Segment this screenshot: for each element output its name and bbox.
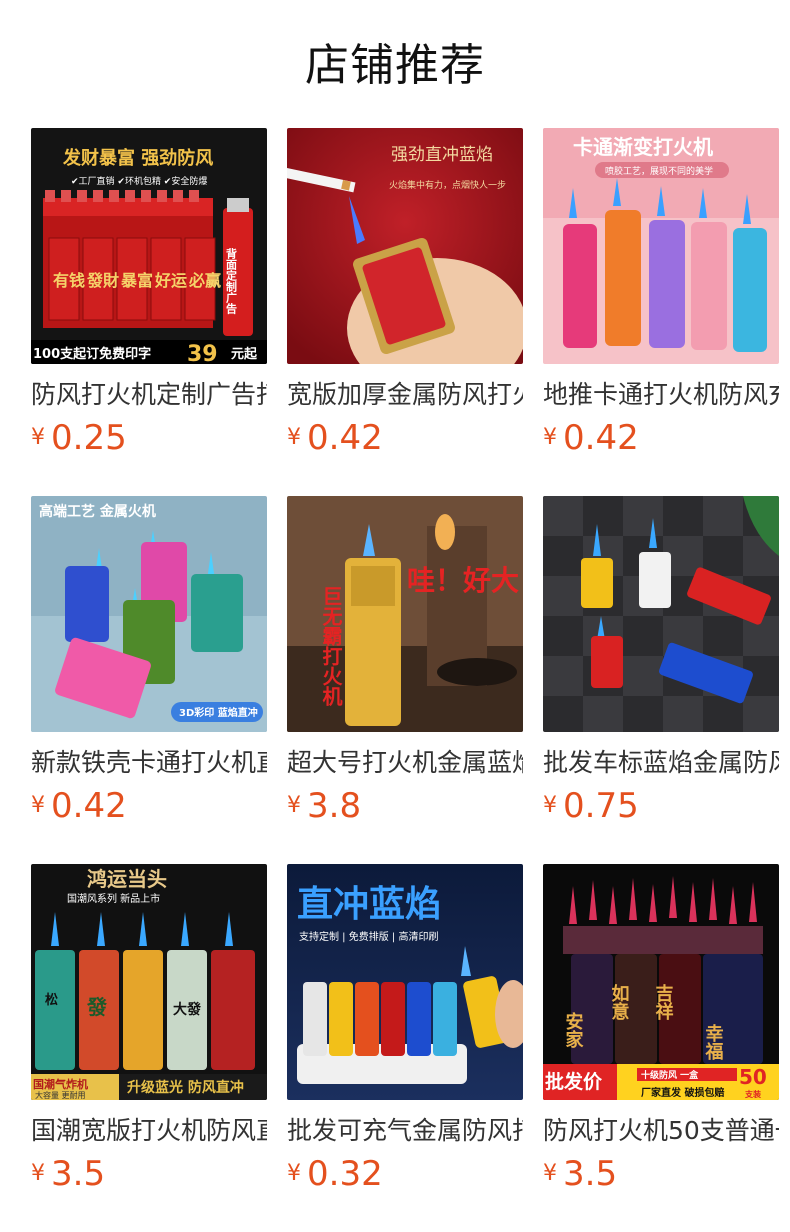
product-card[interactable]: 卡通渐变打火机 喷胶工艺，展现不同的美学 地推卡通打火机防风充气 ¥0.42 <box>543 128 779 468</box>
product-image[interactable] <box>543 496 779 732</box>
product-card[interactable]: 强劲直冲蓝焰 火焰集中有力，点烟快人一步 宽版加厚金属防风打火机 ¥0.42 <box>287 128 523 468</box>
currency-symbol: ¥ <box>287 1161 301 1186</box>
currency-symbol: ¥ <box>543 1161 557 1186</box>
product-card[interactable]: 批发车标蓝焰金属防风打火机 ¥0.75 <box>543 496 779 836</box>
image-banner-unit: 元起 <box>231 346 258 362</box>
image-char: 大發 <box>173 1001 202 1018</box>
product-name[interactable]: 国潮宽版打火机防风直冲 <box>31 1114 267 1150</box>
product-price-row: ¥3.5 <box>31 1154 267 1194</box>
image-char: 必赢 <box>188 271 221 290</box>
image-label-number: 50 <box>739 1065 767 1089</box>
product-card[interactable]: 巨无霸打火机 哇！好大 超大号打火机金属蓝焰直冲 ¥3.8 <box>287 496 523 836</box>
image-char: 松 <box>45 992 58 1008</box>
image-headline: 直冲蓝焰 <box>297 884 441 925</box>
image-banner-left-sub: 大容量 更耐用 <box>35 1090 86 1100</box>
product-price: 0.75 <box>563 786 639 826</box>
image-sub: 支持定制 | 免费排版 | 高清印刷 <box>299 930 438 943</box>
product-price-row: ¥3.8 <box>287 786 523 826</box>
image-char: 幸福 <box>703 1023 725 1061</box>
product-name[interactable]: 超大号打火机金属蓝焰直冲 <box>287 746 523 782</box>
product-card[interactable]: 发财暴富 强劲防风 ✔工厂直销 ✔环机包精 ✔安全防爆 有钱 發財 暴富 好运 … <box>31 128 267 468</box>
product-price-row: ¥0.42 <box>287 418 523 458</box>
image-char: 暴富 <box>120 271 153 290</box>
product-image[interactable]: 安家 如意 吉祥 幸福 批发价 十级防风 一盒 50 支装 厂家直发 破损包赔 <box>543 864 779 1100</box>
product-name[interactable]: 防风打火机定制广告打火机 <box>31 378 267 414</box>
image-sub: 喷胶工艺，展现不同的美学 <box>605 165 713 177</box>
product-name[interactable]: 防风打火机50支普通一次性 <box>543 1114 779 1150</box>
product-card[interactable]: 安家 如意 吉祥 幸福 批发价 十级防风 一盒 50 支装 厂家直发 破损包赔 … <box>543 864 779 1204</box>
image-char: 如意 <box>609 983 630 1020</box>
product-image[interactable]: 鸿运当头 国潮风系列 新品上市 松 發 大發 国潮气炸机 大容量 更耐用 升级蓝… <box>31 864 267 1100</box>
image-sub: 火焰集中有力，点烟快人一步 <box>389 179 506 191</box>
product-price: 0.42 <box>563 418 639 458</box>
image-char: 有钱 <box>53 271 85 290</box>
image-label-mid1: 十级防风 一盒 <box>641 1069 699 1081</box>
image-banner: 100支起订免费印字 <box>33 346 151 362</box>
product-card[interactable]: 鸿运当头 国潮风系列 新品上市 松 發 大發 国潮气炸机 大容量 更耐用 升级蓝… <box>31 864 267 1204</box>
image-wow-text: 哇！好大 <box>407 564 519 597</box>
image-banner-number: 39 <box>187 342 218 364</box>
image-headline: 发财暴富 强劲防风 <box>62 147 213 169</box>
image-char: 發 <box>86 995 107 1019</box>
product-card[interactable]: 直冲蓝焰 支持定制 | 免费排版 | 高清印刷 批发可充气金属防风打火机 ¥0.… <box>287 864 523 1204</box>
image-label-mid2: 厂家直发 破损包赔 <box>641 1086 724 1099</box>
image-label-unit: 支装 <box>744 1089 761 1099</box>
image-vertical-text: 巨无霸打火机 <box>319 586 343 707</box>
product-name[interactable]: 新款铁壳卡通打火机直冲 <box>31 746 267 782</box>
image-sub: 国潮风系列 新品上市 <box>67 892 160 905</box>
product-price: 0.25 <box>51 418 127 458</box>
product-name[interactable]: 地推卡通打火机防风充气 <box>543 378 779 414</box>
product-price-row: ¥0.32 <box>287 1154 523 1194</box>
product-price-row: ¥0.75 <box>543 786 779 826</box>
currency-symbol: ¥ <box>287 425 301 450</box>
product-name[interactable]: 宽版加厚金属防风打火机 <box>287 378 523 414</box>
image-char: 發財 <box>86 271 119 290</box>
product-name[interactable]: 批发车标蓝焰金属防风打火机 <box>543 746 779 782</box>
product-price-row: ¥0.42 <box>31 786 267 826</box>
product-price: 3.8 <box>307 786 362 826</box>
image-char: 吉祥 <box>653 983 674 1021</box>
image-side-text: 背面定制广告 <box>225 247 238 315</box>
image-headline: 鸿运当头 <box>87 867 167 891</box>
currency-symbol: ¥ <box>543 793 557 818</box>
product-price-row: ¥3.5 <box>543 1154 779 1194</box>
image-headline: 强劲直冲蓝焰 <box>391 145 493 165</box>
image-headline: 卡通渐变打火机 <box>573 135 713 159</box>
image-char: 安家 <box>563 1011 584 1049</box>
image-char: 好运 <box>154 271 187 290</box>
currency-symbol: ¥ <box>31 793 45 818</box>
image-banner-right: 升级蓝光 防风直冲 <box>127 1079 244 1096</box>
product-price: 0.42 <box>51 786 127 826</box>
currency-symbol: ¥ <box>287 793 301 818</box>
product-image[interactable]: 高端工艺 金属火机 3D彩印 蓝焰直冲 <box>31 496 267 732</box>
product-image[interactable]: 发财暴富 强劲防风 ✔工厂直销 ✔环机包精 ✔安全防爆 有钱 發財 暴富 好运 … <box>31 128 267 364</box>
page-title: 店铺推荐 <box>305 40 485 91</box>
product-image[interactable]: 卡通渐变打火机 喷胶工艺，展现不同的美学 <box>543 128 779 364</box>
product-image[interactable]: 巨无霸打火机 哇！好大 <box>287 496 523 732</box>
product-card[interactable]: 高端工艺 金属火机 3D彩印 蓝焰直冲 新款铁壳卡通打火机直冲 ¥0.42 <box>31 496 267 836</box>
product-price-row: ¥0.42 <box>543 418 779 458</box>
product-price: 3.5 <box>51 1154 106 1194</box>
product-price: 0.42 <box>307 418 383 458</box>
currency-symbol: ¥ <box>31 1161 45 1186</box>
product-name[interactable]: 批发可充气金属防风打火机 <box>287 1114 523 1150</box>
image-label-left: 批发价 <box>545 1070 603 1093</box>
product-image[interactable]: 直冲蓝焰 支持定制 | 免费排版 | 高清印刷 <box>287 864 523 1100</box>
currency-symbol: ¥ <box>543 425 557 450</box>
image-badge: 3D彩印 蓝焰直冲 <box>179 706 258 719</box>
image-headline: 高端工艺 金属火机 <box>39 503 156 520</box>
currency-symbol: ¥ <box>31 425 45 450</box>
product-price: 3.5 <box>563 1154 618 1194</box>
product-image[interactable]: 强劲直冲蓝焰 火焰集中有力，点烟快人一步 <box>287 128 523 364</box>
image-banner-left: 国潮气炸机 <box>33 1077 88 1091</box>
product-price: 0.32 <box>307 1154 383 1194</box>
product-price-row: ¥0.25 <box>31 418 267 458</box>
image-tags: ✔工厂直销 ✔环机包精 ✔安全防爆 <box>71 175 207 187</box>
